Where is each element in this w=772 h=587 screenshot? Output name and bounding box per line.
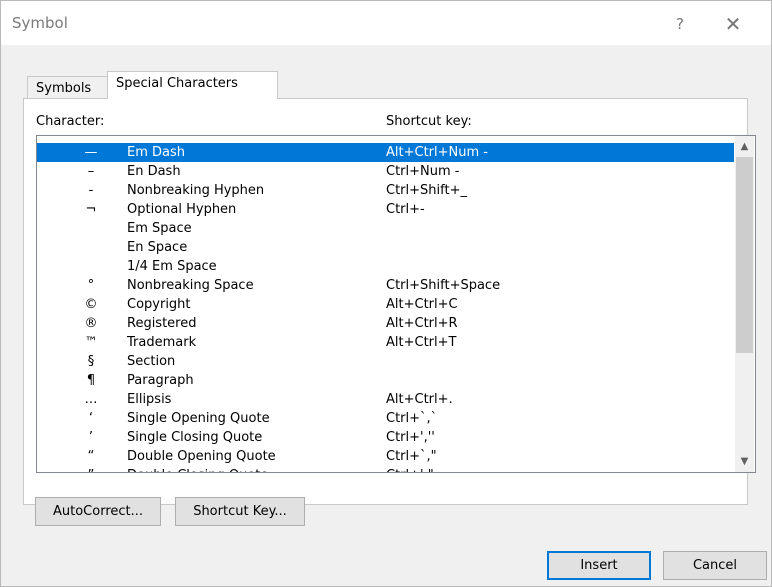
shortcut-key: Alt+Ctrl+. [386,392,453,407]
shortcut-key: Alt+Ctrl+T [386,335,457,350]
tab-special-characters-label: Special Characters [116,76,238,91]
special-characters-list[interactable]: — Em Dash Alt+Ctrl+Num - – En Dash Ctrl+Num -… [36,135,756,473]
shortcut-key: Ctrl+`,` [386,411,438,426]
character-name: Trademark [127,335,197,350]
tab-symbols[interactable]: Symbols [27,76,115,99]
scroll-up-icon[interactable]: ▲ [735,138,754,155]
shortcut-key: Ctrl+- [386,202,425,217]
autocorrect-button[interactable]: AutoCorrect... [35,497,161,526]
character-name: Double Opening Quote [127,449,276,464]
list-item[interactable]: ¬ Optional Hyphen Ctrl+- [37,200,734,219]
character-name: Registered [127,316,197,331]
character-glyph: “ [87,449,95,464]
shortcut-key-button-label: Shortcut Key... [193,504,287,519]
dialog-title: Symbol [12,14,68,32]
character-name: Copyright [127,297,191,312]
scroll-thumb[interactable] [736,157,753,353]
list-item[interactable]: § Section [37,352,734,371]
character-name: 1/4 Em Space [127,259,217,274]
character-glyph: ¶ [86,373,96,388]
shortcut-key: Ctrl+Shift+_ [386,183,467,198]
list-item[interactable]: ® Registered Alt+Ctrl+R [37,314,734,333]
shortcut-key: Ctrl+','' [386,430,435,445]
shortcut-key: Ctrl+`," [386,449,437,464]
character-name: En Space [127,240,188,255]
list-item[interactable]: ° Nonbreaking Space Ctrl+Shift+Space [37,276,734,295]
character-name: Em Dash [127,145,185,160]
character-glyph: ® [84,316,98,331]
character-glyph: ‑ [88,183,94,198]
character-name: Single Opening Quote [127,411,270,426]
vertical-scrollbar[interactable]: ▲ ▼ [735,136,754,472]
character-glyph: ’ [88,430,94,445]
character-name: Paragraph [127,373,194,388]
cancel-button-label: Cancel [692,558,738,573]
shortcut-key: Ctrl+Shift+Space [386,278,501,293]
character-name: Single Closing Quote [127,430,263,445]
character-glyph: ” [79,466,103,472]
character-name: Nonbreaking Hyphen [127,183,265,198]
shortcut-key: Ctrl+Num - [386,164,460,179]
insert-button[interactable]: Insert [547,551,651,580]
list-item[interactable]: © Copyright Alt+Ctrl+C [37,295,734,314]
list-item[interactable]: ‑ Nonbreaking Hyphen Ctrl+Shift+_ [37,181,734,200]
autocorrect-button-label: AutoCorrect... [52,504,144,519]
scroll-down-icon[interactable]: ▼ [735,453,754,470]
list-item[interactable]: 1/4 Em Space [37,257,734,276]
tab-symbols-label: Symbols [36,81,92,96]
help-button[interactable]: ? [663,10,697,38]
list-item[interactable]: … Ellipsis Alt+Ctrl+. [37,390,734,409]
shortcut-key: Ctrl+'," [386,466,434,472]
list-item[interactable]: ™ Trademark Alt+Ctrl+T [37,333,734,352]
shortcut-key: Alt+Ctrl+R [386,316,458,331]
character-name: Ellipsis [127,392,172,407]
symbol-dialog: Symbol ? ✕ Symbols Special Characters Ch… [0,0,772,587]
character-name: Em Space [127,221,192,236]
shortcut-key-button[interactable]: Shortcut Key... [175,497,305,526]
list-item[interactable]: En Space [37,238,734,257]
character-name: Optional Hyphen [127,202,237,217]
list-item[interactable]: ‘ Single Opening Quote Ctrl+`,` [37,409,734,428]
list-item[interactable]: ¶ Paragraph [37,371,734,390]
character-glyph: ¬ [85,202,97,217]
character-glyph: © [84,297,98,312]
title-bar: Symbol ? ✕ [1,1,771,45]
list-item[interactable]: ” Double Closing Quote Ctrl+'," [37,466,734,472]
tab-special-characters[interactable]: Special Characters [107,71,278,99]
character-glyph: ™ [84,335,98,350]
character-glyph: § [87,354,95,369]
character-name: Double Closing Quote [127,466,268,472]
character-glyph: — [84,145,98,160]
list-item[interactable]: “ Double Opening Quote Ctrl+`," [37,447,734,466]
list-item[interactable]: – En Dash Ctrl+Num - [37,162,734,181]
character-glyph: ‘ [88,411,94,426]
list-item[interactable]: ’ Single Closing Quote Ctrl+','' [37,428,734,447]
character-glyph: – [87,164,95,179]
list-item[interactable]: — Em Dash Alt+Ctrl+Num - [37,143,734,162]
cancel-button[interactable]: Cancel [663,551,767,580]
shortcut-key: Alt+Ctrl+Num - [386,145,488,160]
character-name: Section [127,354,176,369]
column-header-character: Character: [36,114,105,129]
character-name: Nonbreaking Space [127,278,254,293]
character-glyph: ° [87,278,95,293]
shortcut-key: Alt+Ctrl+C [386,297,458,312]
column-header-shortcut: Shortcut key: [386,114,472,129]
character-name: En Dash [127,164,181,179]
insert-button-label: Insert [580,558,618,573]
close-icon[interactable]: ✕ [716,10,750,38]
list-item[interactable]: Em Space [37,219,734,238]
character-glyph: … [84,392,98,407]
